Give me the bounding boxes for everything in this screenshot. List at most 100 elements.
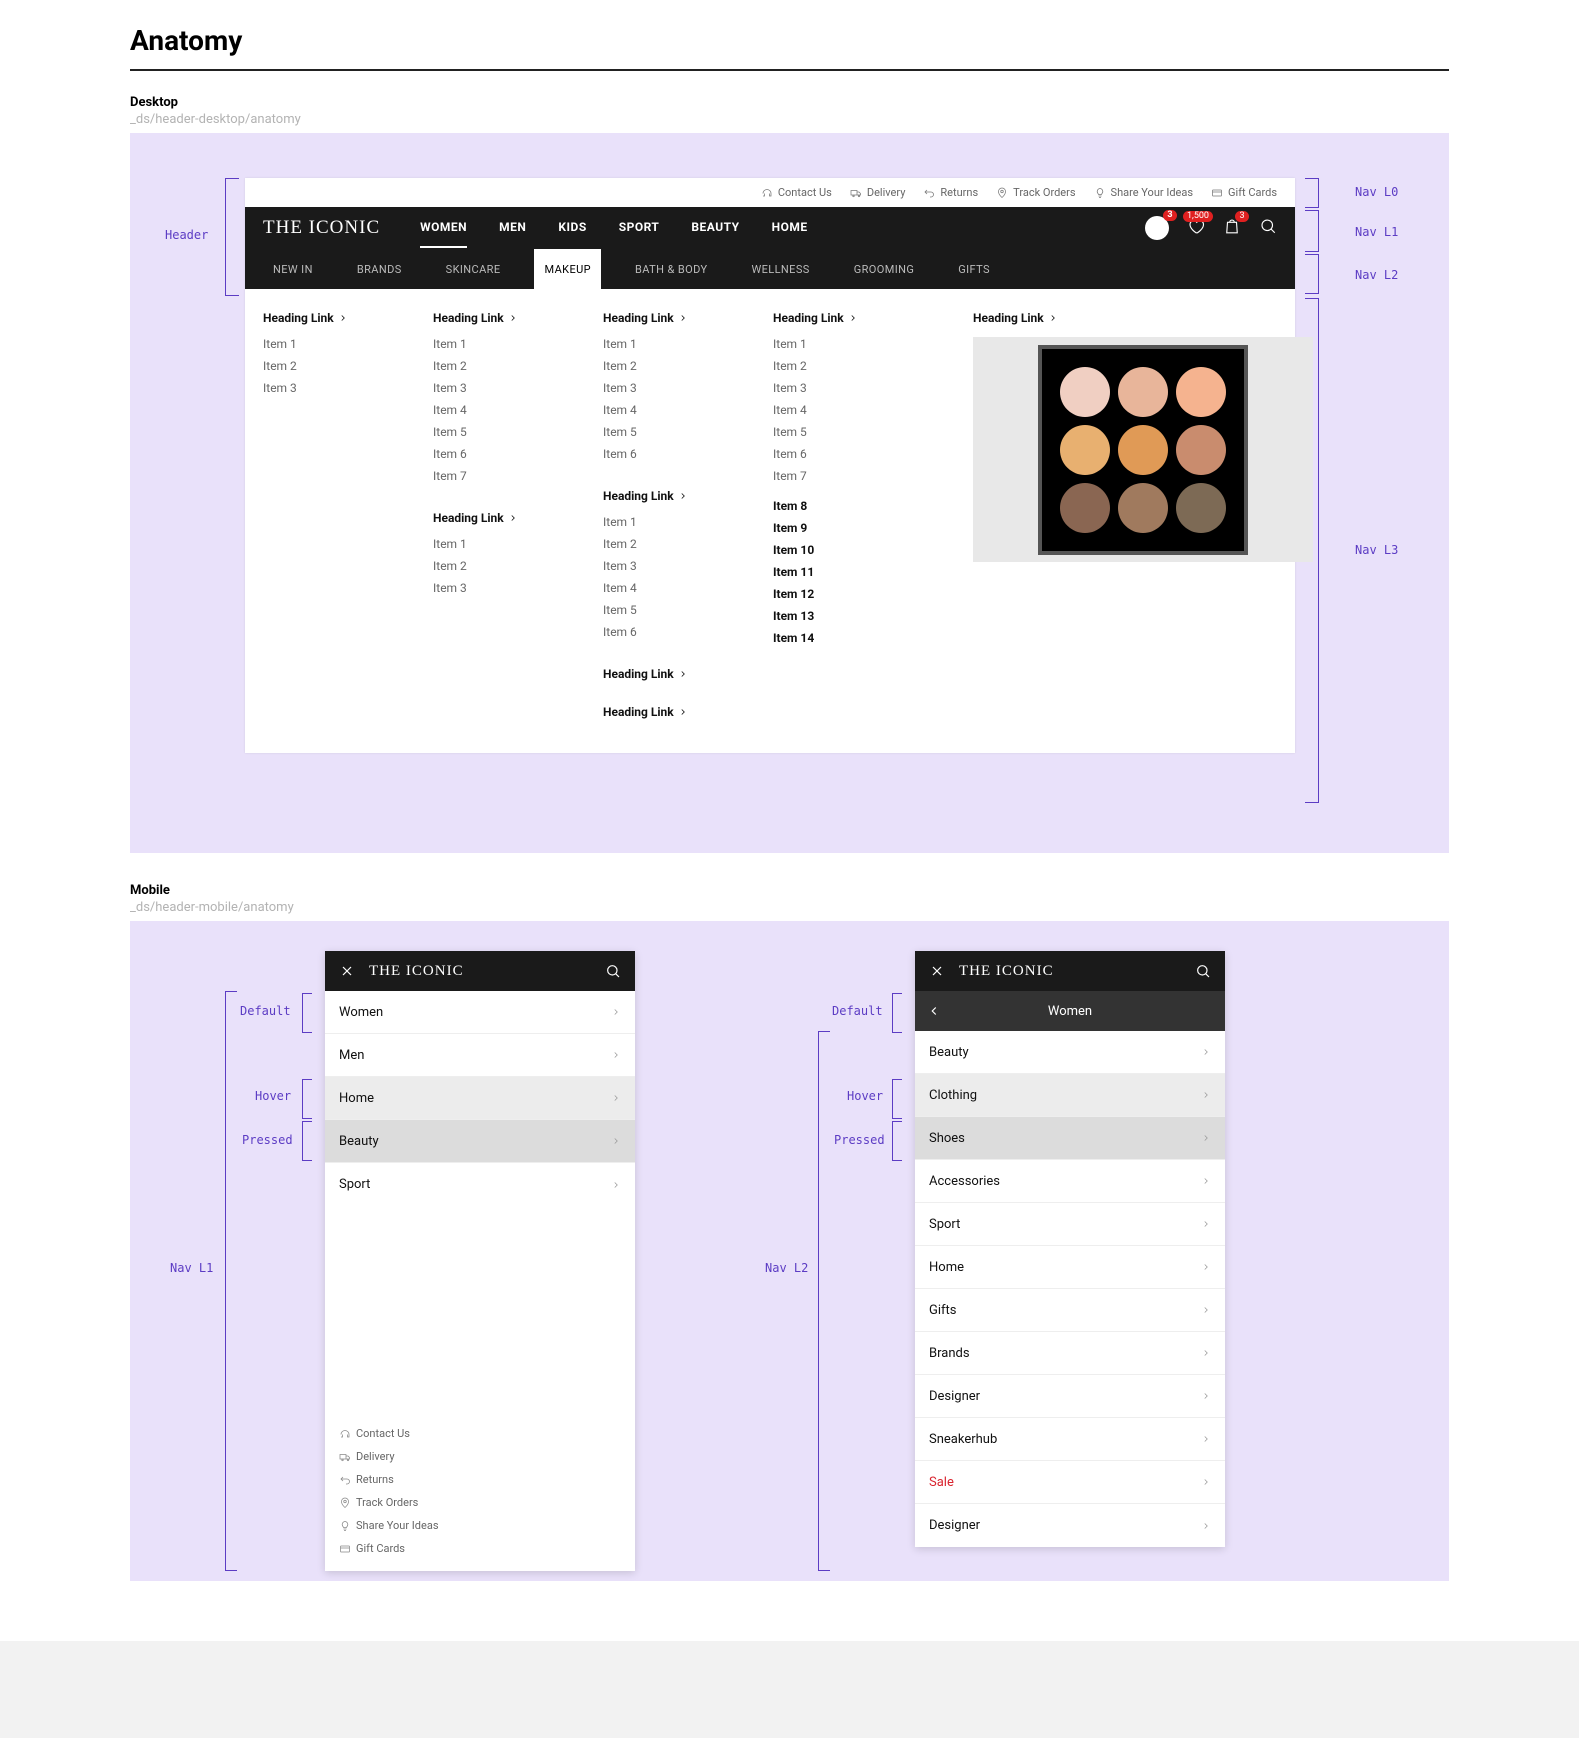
mob-util-contact[interactable]: Contact Us [339,1427,621,1440]
heading-link[interactable]: Heading Link [603,705,723,719]
mega-item[interactable]: Item 4 [433,403,553,417]
mega-item[interactable]: Item 3 [433,581,553,595]
nav-women[interactable]: WOMEN [420,220,467,236]
util-contact[interactable]: Contact Us [761,186,832,199]
tab-wellness[interactable]: WELLNESS [741,249,819,289]
mob-row-beauty[interactable]: Beauty [325,1120,635,1163]
mob-util-returns[interactable]: Returns [339,1473,621,1486]
mega-item[interactable]: Item 4 [603,403,723,417]
search-icon[interactable] [1259,217,1277,239]
mega-item[interactable]: Item 14 [773,631,923,645]
mega-item[interactable]: Item 6 [433,447,553,461]
mega-item[interactable]: Item 12 [773,587,923,601]
mob-row-brands[interactable]: Brands [915,1332,1225,1375]
mob-row-clothing[interactable]: Clothing [915,1074,1225,1117]
nav-kids[interactable]: KIDS [558,220,586,236]
mega-item[interactable]: Item 2 [603,537,723,551]
tab-makeup[interactable]: MAKEUP [534,249,601,289]
mob-row-home[interactable]: Home [325,1077,635,1120]
mob-row-sport[interactable]: Sport [325,1163,635,1206]
mob-row-men[interactable]: Men [325,1034,635,1077]
mega-item[interactable]: Item 1 [433,337,553,351]
tab-brands[interactable]: BRANDS [347,249,412,289]
util-returns[interactable]: Returns [923,186,978,199]
mob-row-sneakerhub[interactable]: Sneakerhub [915,1418,1225,1461]
mega-item[interactable]: Item 4 [603,581,723,595]
mega-item[interactable]: Item 1 [773,337,923,351]
nav-men[interactable]: MEN [499,220,526,236]
mega-item[interactable]: Item 7 [773,469,923,483]
account-avatar[interactable]: AS3 [1145,216,1169,240]
mega-item[interactable]: Item 5 [603,425,723,439]
mob-row-gifts[interactable]: Gifts [915,1289,1225,1332]
heading-link[interactable]: Heading Link [433,511,553,525]
mega-item[interactable]: Item 11 [773,565,923,579]
mega-item[interactable]: Item 3 [773,381,923,395]
mob-row-designer2[interactable]: Designer [915,1504,1225,1547]
mob-row-accessories[interactable]: Accessories [915,1160,1225,1203]
mega-item[interactable]: Item 2 [433,359,553,373]
util-ideas[interactable]: Share Your Ideas [1094,186,1194,199]
tab-skincare[interactable]: SKINCARE [436,249,511,289]
mega-item[interactable]: Item 2 [603,359,723,373]
mob-row-beauty[interactable]: Beauty [915,1031,1225,1074]
heading-link[interactable]: Heading Link [773,311,923,325]
heading-link[interactable]: Heading Link [433,311,553,325]
mega-item[interactable]: Item 6 [773,447,923,461]
mob-row-sport[interactable]: Sport [915,1203,1225,1246]
search-icon[interactable] [1195,963,1211,979]
util-gift[interactable]: Gift Cards [1211,186,1277,199]
mega-item[interactable]: Item 3 [603,559,723,573]
mega-item[interactable]: Item 9 [773,521,923,535]
heading-link[interactable]: Heading Link [603,667,723,681]
heading-link[interactable]: Heading Link [263,311,383,325]
util-delivery[interactable]: Delivery [850,186,906,199]
mega-item[interactable]: Item 1 [263,337,383,351]
mob-row-women[interactable]: Women [325,991,635,1034]
mega-item[interactable]: Item 1 [603,337,723,351]
tab-bath[interactable]: BATH & BODY [625,249,717,289]
mega-item[interactable]: Item 5 [773,425,923,439]
mobile-subheader[interactable]: Women [915,991,1225,1031]
wishlist-icon[interactable]: 1,500 [1187,217,1205,239]
mega-item[interactable]: Item 8 [773,499,923,513]
heading-link[interactable]: Heading Link [973,311,1277,325]
close-icon[interactable] [929,963,945,979]
mega-item[interactable]: Item 1 [603,515,723,529]
mega-item[interactable]: Item 7 [433,469,553,483]
nav-home[interactable]: HOME [772,220,808,236]
mega-item[interactable]: Item 10 [773,543,923,557]
bag-icon[interactable]: 3 [1223,217,1241,239]
mob-util-delivery[interactable]: Delivery [339,1450,621,1463]
mob-util-track[interactable]: Track Orders [339,1496,621,1509]
promo-image[interactable] [973,337,1313,562]
mob-util-gift[interactable]: Gift Cards [339,1542,621,1555]
mega-item[interactable]: Item 6 [603,447,723,461]
search-icon[interactable] [605,963,621,979]
mega-item[interactable]: Item 6 [603,625,723,639]
brand-logo[interactable]: THE ICONIC [959,963,1054,980]
mob-row-home[interactable]: Home [915,1246,1225,1289]
mega-item[interactable]: Item 4 [773,403,923,417]
nav-sport[interactable]: SPORT [619,220,660,236]
tab-grooming[interactable]: GROOMING [844,249,925,289]
nav-beauty[interactable]: BEAUTY [691,220,739,236]
mega-item[interactable]: Item 3 [263,381,383,395]
util-track[interactable]: Track Orders [996,186,1075,199]
mega-item[interactable]: Item 2 [433,559,553,573]
mob-util-ideas[interactable]: Share Your Ideas [339,1519,621,1532]
mega-item[interactable]: Item 13 [773,609,923,623]
mob-row-designer[interactable]: Designer [915,1375,1225,1418]
mega-item[interactable]: Item 5 [603,603,723,617]
close-icon[interactable] [339,963,355,979]
mob-row-sale[interactable]: Sale [915,1461,1225,1504]
mega-item[interactable]: Item 3 [433,381,553,395]
heading-link[interactable]: Heading Link [603,311,723,325]
mega-item[interactable]: Item 3 [603,381,723,395]
tab-newin[interactable]: NEW IN [263,249,323,289]
mob-row-shoes[interactable]: Shoes [915,1117,1225,1160]
tab-gifts[interactable]: GIFTS [948,249,1000,289]
mega-item[interactable]: Item 2 [773,359,923,373]
mega-item[interactable]: Item 2 [263,359,383,373]
mega-item[interactable]: Item 1 [433,537,553,551]
